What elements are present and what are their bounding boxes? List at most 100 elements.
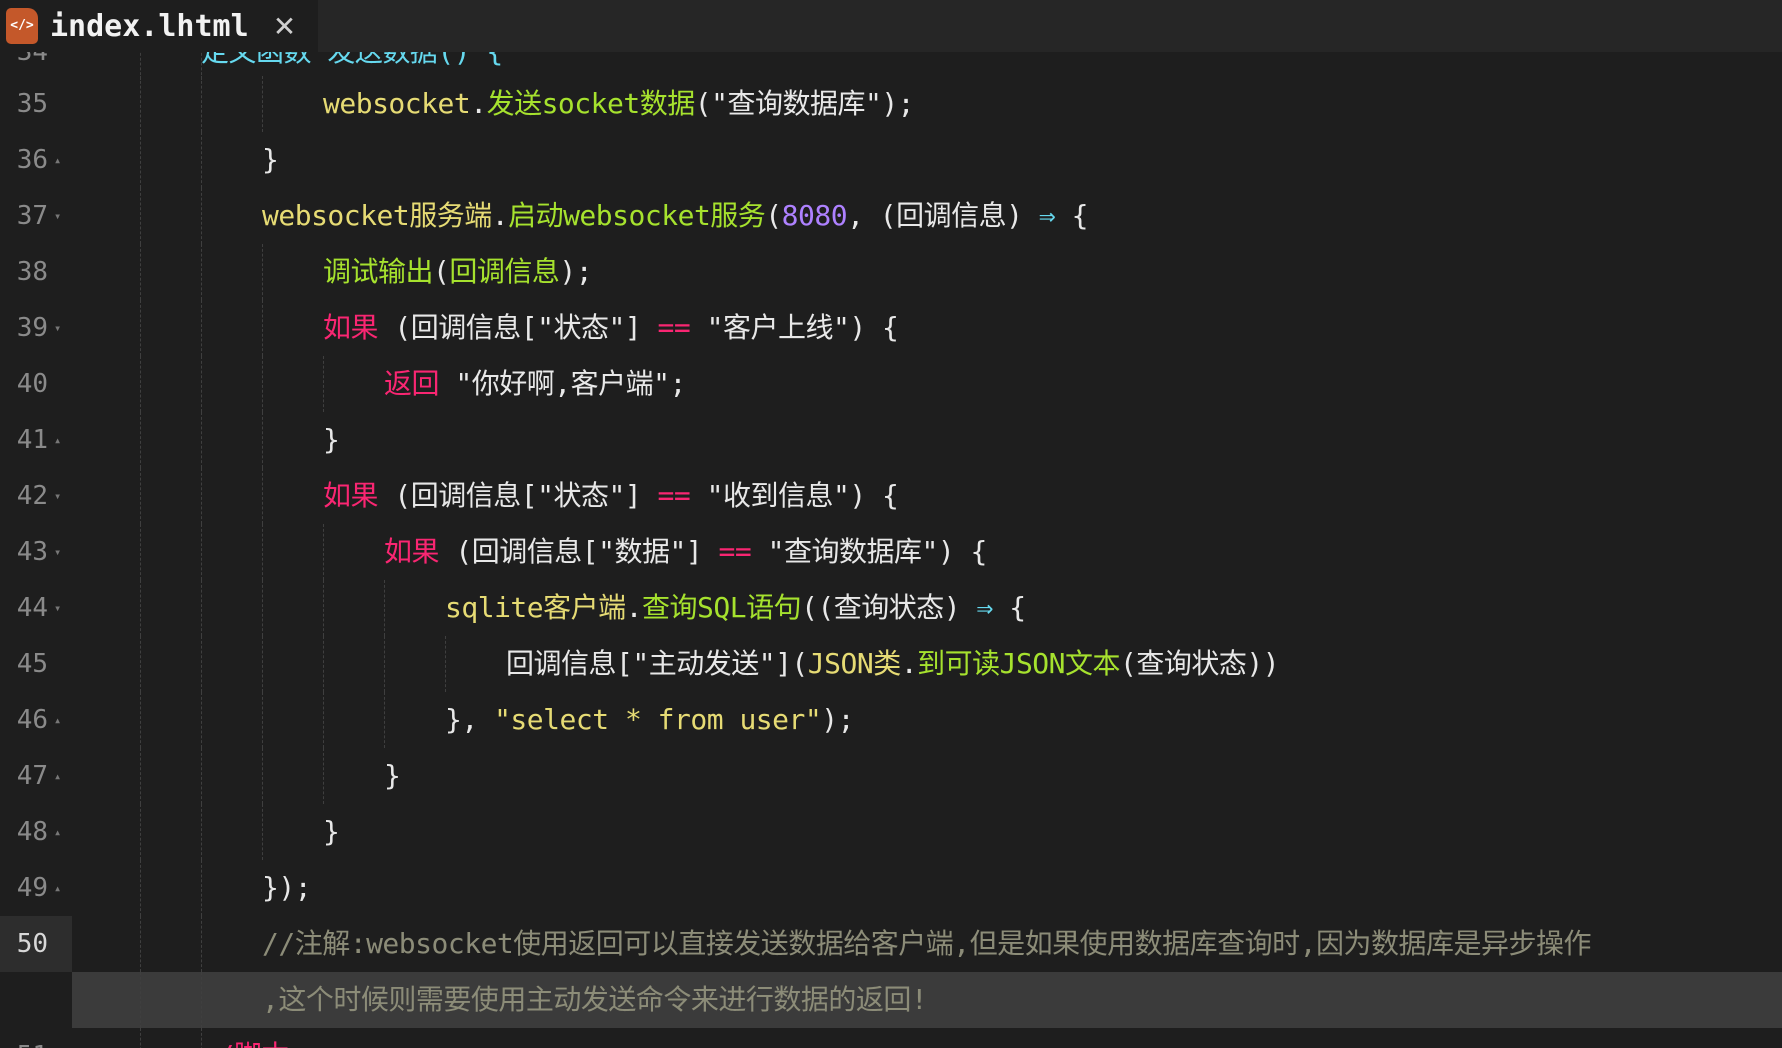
code-text[interactable]: 如果 (回调信息["状态"] == "收到信息") { [323, 468, 899, 524]
code-text[interactable]: } [323, 804, 340, 860]
code-text[interactable]: websocket服务端.启动websocket服务(8080, (回调信息) … [262, 188, 1088, 244]
fold-open-icon[interactable]: ▾ [54, 580, 61, 636]
code-line[interactable]: 35 websocket.发送socket数据("查询数据库"); [0, 76, 1782, 132]
code-token: ⇒ [976, 591, 994, 624]
fold-close-icon[interactable]: ▴ [54, 132, 61, 188]
line-number: 47 [16, 761, 48, 791]
line-number: 44 [16, 593, 48, 623]
code-text[interactable]: 调试输出(回调信息); [323, 244, 593, 300]
indent-guide [201, 188, 202, 244]
code-text[interactable]: sqlite客户端.查询SQL语句((查询状态) ⇒ { [445, 580, 1026, 636]
code-line[interactable]: 47 ▴} [0, 748, 1782, 804]
indent-guide [201, 692, 202, 748]
fold-open-icon[interactable]: ▾ [54, 300, 61, 356]
code-text[interactable]: websocket.发送socket数据("查询数据库"); [323, 76, 915, 132]
code-token: 返回 [384, 367, 440, 400]
indent-guide [140, 132, 141, 188]
code-text[interactable]: 回调信息["主动发送"](JSON类.到可读JSON文本(查询状态)) [506, 636, 1280, 692]
code-line[interactable]: ,这个时候则需要使用主动发送命令来进行数据的返回! [0, 972, 1782, 1028]
code-editor[interactable]: 34定义函数 发送数据() {35websocket.发送socket数据("查… [0, 52, 1782, 1048]
code-line[interactable]: 44 ▾ sqlite客户端.查询SQL语句((查询状态) ⇒ { [0, 580, 1782, 636]
code-token: websocket [323, 87, 471, 120]
fold-close-icon[interactable]: ▴ [54, 412, 61, 468]
code-token: { [992, 591, 1026, 624]
indent-guide [140, 580, 141, 636]
indent-guide [201, 636, 202, 692]
fold-open-icon[interactable]: ▾ [54, 188, 61, 244]
line-number: 39 [16, 313, 48, 343]
code-line[interactable]: 43 ▾ 如果 (回调信息["数据"] == "查询数据库") { [0, 524, 1782, 580]
code-line[interactable]: 49 ▴}); [0, 860, 1782, 916]
code-text[interactable]: 返回 "你好啊,客户端"; [384, 356, 686, 412]
code-token: ((查询状态) [801, 591, 977, 624]
tab-index-lhtml[interactable]: </> index.lhtml ✕ [0, 0, 318, 52]
code-text[interactable]: }); [262, 860, 312, 916]
code-token: == [718, 535, 752, 568]
close-icon[interactable]: ✕ [273, 10, 296, 43]
indent-guide [201, 524, 202, 580]
code-token: 如果 [323, 311, 379, 344]
indent-guide [384, 636, 385, 692]
code-token: 查询数据库 [727, 87, 865, 120]
code-line[interactable]: 45 回调信息["主动发送"](JSON类.到可读JSON文本(查询状态)) [0, 636, 1782, 692]
code-line[interactable]: 39 ▾ 如果 (回调信息["状态"] == "客户上线") { [0, 300, 1782, 356]
code-line[interactable]: 42 ▾ 如果 (回调信息["状态"] == "收到信息") { [0, 468, 1782, 524]
code-token: . [900, 647, 918, 680]
indent-guide [323, 524, 324, 580]
fold-close-icon[interactable]: ▴ [54, 692, 61, 748]
code-token: "你好啊,客户端"; [439, 367, 686, 400]
line-number: 51 [0, 1028, 48, 1048]
code-token: . [491, 199, 509, 232]
code-token: . [625, 591, 643, 624]
code-line[interactable]: 46 ▴}, "select * from user"); [0, 692, 1782, 748]
indent-guide [323, 692, 324, 748]
code-line[interactable]: 51 </脚本> [0, 1028, 1782, 1048]
line-number: 42 [16, 481, 48, 511]
code-text[interactable]: //注解:websocket使用返回可以直接发送数据给客户端,但是如果使用数据库… [262, 916, 1592, 972]
code-token: == [657, 311, 691, 344]
fold-open-icon[interactable]: ▾ [54, 468, 61, 524]
fold-close-icon[interactable]: ▴ [54, 860, 61, 916]
indent-guide [140, 804, 141, 860]
indent-guide [140, 636, 141, 692]
code-line[interactable]: 41 ▴} [0, 412, 1782, 468]
code-line[interactable]: 38 调试输出(回调信息); [0, 244, 1782, 300]
code-token: "); [864, 87, 915, 120]
code-text[interactable]: }, "select * from user"); [445, 692, 854, 748]
code-line[interactable]: 36 ▴} [0, 132, 1782, 188]
indent-guide [201, 580, 202, 636]
code-token: 8080 [781, 199, 848, 232]
fold-close-icon[interactable]: ▴ [54, 804, 61, 860]
code-line[interactable]: 40 返回 "你好啊,客户端"; [0, 356, 1782, 412]
indent-guide [323, 356, 324, 412]
indent-guide [140, 76, 141, 132]
indent-guide [201, 748, 202, 804]
code-text[interactable]: 如果 (回调信息["数据"] == "查询数据库") { [384, 524, 987, 580]
code-text[interactable]: </脚本> [201, 1028, 306, 1048]
indent-guide [140, 748, 141, 804]
code-text[interactable]: ,这个时候则需要使用主动发送命令来进行数据的返回! [262, 972, 928, 1028]
indent-guide [262, 748, 263, 804]
code-token: 启动websocket服务 [508, 199, 766, 232]
indent-guide [201, 132, 202, 188]
tab-filename: index.lhtml [50, 8, 249, 44]
code-text[interactable]: } [262, 132, 279, 188]
code-text[interactable]: 如果 (回调信息["状态"] == "客户上线") { [323, 300, 899, 356]
code-line[interactable]: 50 //注解:websocket使用返回可以直接发送数据给客户端,但是如果使用数… [0, 916, 1782, 972]
fold-open-icon[interactable]: ▾ [54, 524, 61, 580]
code-token: (查询状态)) [1120, 647, 1280, 680]
line-number: 45 [16, 649, 48, 679]
indent-guide [201, 412, 202, 468]
fold-close-icon[interactable]: ▴ [54, 748, 61, 804]
indent-guide [262, 356, 263, 412]
code-token: (回调信息["状态"] [378, 479, 658, 512]
file-html-icon: </> [6, 8, 38, 44]
indent-guide [140, 356, 141, 412]
code-text[interactable]: } [384, 748, 401, 804]
code-line[interactable]: 48 ▴} [0, 804, 1782, 860]
indent-guide [262, 524, 263, 580]
indent-guide [262, 244, 263, 300]
code-line[interactable]: 37 ▾ websocket服务端.启动websocket服务(8080, (回调信… [0, 188, 1782, 244]
code-text[interactable]: } [323, 412, 340, 468]
code-token: ,这个时候则需要使用主动发送命令来进行数据的返回! [262, 983, 928, 1016]
